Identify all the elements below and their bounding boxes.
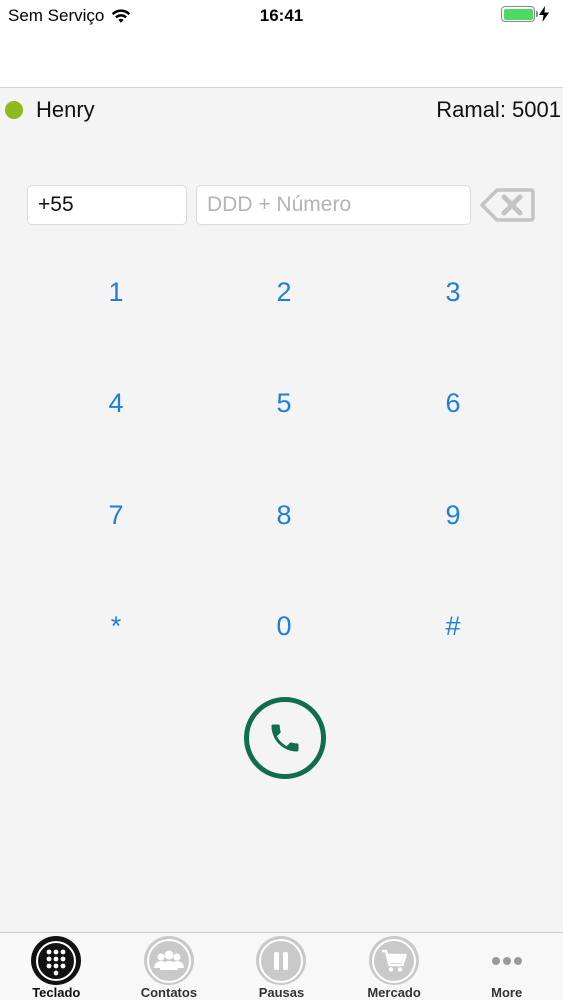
pause-icon (256, 936, 307, 985)
top-bar: Sem Serviço 16:41 (0, 0, 563, 88)
key-3[interactable]: 3 (393, 257, 513, 327)
backspace-button[interactable] (479, 186, 535, 224)
tab-contatos[interactable]: Contatos (113, 933, 226, 1000)
key-9[interactable]: 9 (393, 480, 513, 550)
user-info-row: Henry Ramal: 5001 (0, 90, 563, 130)
battery-indicator (501, 6, 549, 22)
contacts-icon (143, 936, 194, 985)
charging-bolt-icon (539, 6, 549, 22)
backspace-icon (480, 188, 535, 222)
phone-icon (271, 724, 299, 752)
key-7[interactable]: 7 (56, 480, 176, 550)
key-5[interactable]: 5 (224, 368, 344, 438)
presence-status-dot (5, 101, 23, 119)
key-8[interactable]: 8 (224, 480, 344, 550)
status-time: 16:41 (259, 6, 304, 25)
keypad-icon (31, 936, 82, 985)
tab-label-mercado: Mercado (367, 985, 421, 1000)
tab-bar: Teclado Contatos Pausas Mercado More (0, 932, 563, 1000)
tab-label-pausas: Pausas (258, 985, 305, 1000)
tab-more[interactable]: More (450, 933, 563, 1000)
key-2[interactable]: 2 (224, 257, 344, 327)
tab-label-more: More (491, 985, 523, 1000)
tab-mercado[interactable]: Mercado (338, 933, 451, 1000)
key-4[interactable]: 4 (56, 368, 176, 438)
key-hash[interactable]: # (393, 591, 513, 661)
tab-label-teclado: Teclado (32, 985, 81, 1000)
key-6[interactable]: 6 (393, 368, 513, 438)
phone-number-input[interactable] (196, 185, 471, 225)
country-code-input[interactable] (27, 185, 187, 225)
call-button[interactable] (244, 697, 326, 779)
dialer-screen: Sem Serviço 16:41 Henry Ramal: 5001 +55 … (0, 0, 563, 1000)
tab-teclado[interactable]: Teclado (0, 933, 113, 1000)
tab-label-contatos: Contatos (140, 985, 198, 1000)
key-star[interactable]: * (56, 591, 176, 661)
key-0[interactable]: 0 (224, 591, 344, 661)
more-icon (482, 936, 532, 985)
battery-icon (501, 6, 538, 22)
key-1[interactable]: 1 (56, 257, 176, 327)
cart-icon (369, 936, 420, 985)
user-name: Henry (36, 97, 95, 122)
extension-label: Ramal: 5001 (436, 97, 561, 122)
tab-pausas[interactable]: Pausas (225, 933, 338, 1000)
